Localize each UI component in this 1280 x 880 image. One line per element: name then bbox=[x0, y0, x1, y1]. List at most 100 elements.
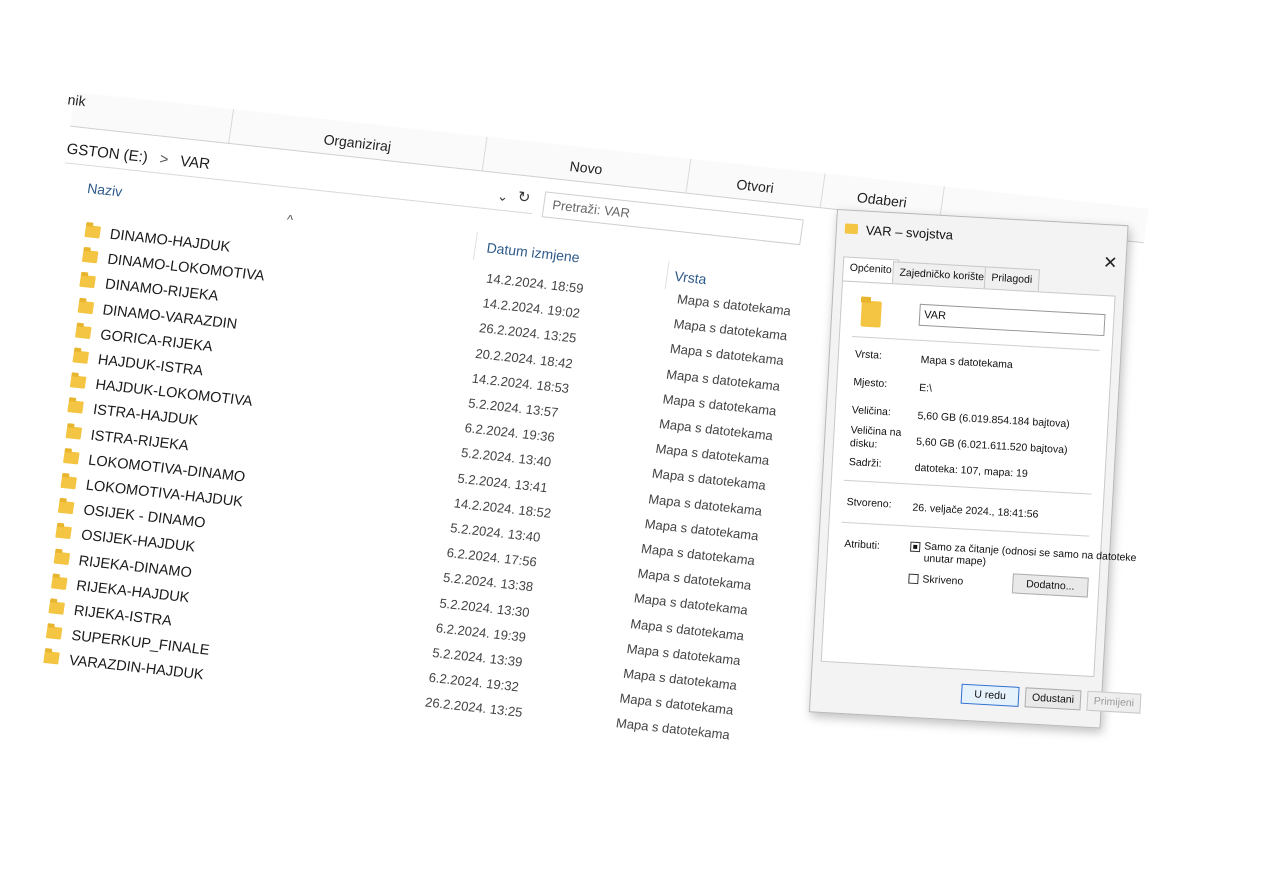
folder-icon bbox=[53, 551, 70, 565]
contains-label: Sadrži: bbox=[848, 456, 882, 470]
folder-icon bbox=[65, 425, 82, 440]
folder-icon bbox=[45, 626, 63, 640]
advanced-button[interactable]: Dodatno... bbox=[1011, 573, 1089, 598]
location-value: E:\ bbox=[918, 381, 933, 395]
folder-icon bbox=[62, 450, 80, 465]
refresh-icon[interactable]: ↻ bbox=[516, 188, 531, 207]
column-header-type[interactable]: Vrsta bbox=[673, 268, 707, 287]
date-modified: 5.2.2024. 13:41 bbox=[456, 470, 549, 495]
folder-icon bbox=[72, 350, 90, 364]
item-type: Mapa s datotekama bbox=[618, 690, 735, 718]
cancel-button[interactable]: Odustani bbox=[1024, 687, 1082, 711]
created-label: Stvoreno: bbox=[846, 496, 892, 511]
column-divider[interactable] bbox=[664, 261, 670, 289]
date-modified: 6.2.2024. 19:36 bbox=[463, 420, 556, 445]
folder-icon bbox=[69, 375, 87, 389]
folder-icon bbox=[79, 275, 97, 289]
breadcrumb-drive[interactable]: GSTON (E:) bbox=[66, 141, 149, 167]
apply-button[interactable]: Primijeni bbox=[1086, 690, 1142, 714]
item-type: Mapa s datotekama bbox=[651, 466, 767, 494]
hidden-checkbox[interactable] bbox=[908, 573, 919, 585]
item-type: Mapa s datotekama bbox=[622, 665, 738, 693]
date-modified: 5.2.2024. 13:38 bbox=[442, 570, 535, 595]
breadcrumb-separator: > bbox=[158, 150, 170, 169]
folder-icon bbox=[48, 601, 65, 615]
folder-icon bbox=[74, 325, 92, 339]
item-type: Mapa s datotekama bbox=[636, 565, 753, 594]
location-label: Mjesto: bbox=[853, 376, 888, 391]
date-modified: 5.2.2024. 13:57 bbox=[467, 395, 560, 420]
date-modified: 6.2.2024. 19:39 bbox=[434, 619, 527, 645]
hidden-label: Skriveno bbox=[922, 573, 964, 588]
column-header-date[interactable]: Datum izmjene bbox=[486, 239, 581, 265]
item-type: Mapa s datotekama bbox=[633, 590, 749, 618]
column-divider[interactable] bbox=[472, 232, 478, 261]
item-type: Mapa s datotekama bbox=[658, 416, 774, 444]
folder-icon bbox=[60, 475, 78, 490]
date-modified: 14.2.2024. 18:53 bbox=[470, 370, 571, 396]
properties-dialog: VAR – svojstva ✕ Općenito Zajedničko kor… bbox=[808, 209, 1142, 729]
item-type: Mapa s datotekama bbox=[672, 316, 789, 344]
item-type: Mapa s datotekama bbox=[615, 715, 731, 743]
folder-name-field[interactable]: VAR bbox=[918, 303, 1106, 337]
date-modified: 5.2.2024. 13:39 bbox=[431, 644, 524, 670]
item-type: Mapa s datotekama bbox=[629, 615, 746, 643]
date-modified: 14.2.2024. 18:52 bbox=[452, 495, 553, 521]
item-type: Mapa s datotekama bbox=[665, 366, 782, 394]
item-type: Mapa s datotekama bbox=[676, 291, 792, 319]
date-modified: 6.2.2024. 17:56 bbox=[445, 545, 538, 570]
item-type: Mapa s datotekama bbox=[654, 441, 771, 469]
created-value: 26. veljače 2024., 18:41:56 bbox=[912, 501, 1039, 521]
tab-customize[interactable]: Prilagodi bbox=[983, 266, 1040, 292]
date-modified: 6.2.2024. 19:32 bbox=[427, 669, 520, 695]
readonly-label-line2: unutar mape) bbox=[923, 552, 987, 568]
date-modified: 14.2.2024. 19:02 bbox=[481, 295, 581, 321]
general-panel: VAR Vrsta: Mapa s datotekama Mjesto: E:\… bbox=[820, 280, 1137, 678]
size-value: 5,60 GB (6.019.854.184 bajtova) bbox=[917, 409, 1071, 431]
breadcrumb-folder[interactable]: VAR bbox=[179, 153, 211, 173]
attributes-label: Atributi: bbox=[843, 537, 881, 552]
item-type: Mapa s datotekama bbox=[669, 341, 785, 369]
folder-icon bbox=[860, 300, 882, 328]
disk-size-label-line2: disku: bbox=[849, 437, 878, 451]
file-name: DINAMO-HAJDUK bbox=[108, 226, 232, 256]
dialog-title-bar: VAR – svojstva bbox=[844, 218, 953, 244]
dialog-title: VAR – svojstva bbox=[865, 222, 954, 243]
date-modified: 26.2.2024. 13:25 bbox=[478, 320, 578, 346]
item-type: Mapa s datotekama bbox=[625, 640, 742, 668]
date-modified: 14.2.2024. 18:59 bbox=[485, 270, 585, 296]
folder-icon bbox=[84, 224, 102, 239]
item-type: Mapa s datotekama bbox=[661, 391, 778, 419]
date-modified: 5.2.2024. 13:30 bbox=[438, 595, 531, 620]
dialog-tabs: Općenito Zajedničko korištenje Prilagodi bbox=[842, 256, 1040, 292]
folder-icon bbox=[844, 223, 859, 235]
folder-icon bbox=[50, 576, 68, 590]
tab-general[interactable]: Općenito bbox=[842, 256, 900, 284]
item-type: Mapa s datotekama bbox=[643, 515, 760, 544]
divider bbox=[843, 479, 1092, 495]
size-label: Veličina: bbox=[851, 404, 892, 419]
item-type: Mapa s datotekama bbox=[647, 490, 764, 519]
folder-icon bbox=[77, 300, 94, 314]
date-modified: 5.2.2024. 13:40 bbox=[449, 520, 542, 545]
folder-icon bbox=[43, 651, 61, 665]
type-value: Mapa s datotekama bbox=[920, 353, 1014, 372]
folder-icon bbox=[57, 500, 75, 515]
sort-ascending-icon: ^ bbox=[285, 211, 295, 228]
folder-icon bbox=[67, 400, 85, 415]
chevron-down-icon[interactable]: ⌄ bbox=[496, 188, 509, 205]
folder-icon bbox=[55, 526, 73, 540]
readonly-checkbox[interactable] bbox=[909, 541, 921, 553]
date-modified: 5.2.2024. 13:40 bbox=[460, 445, 553, 470]
type-label: Vrsta: bbox=[854, 348, 883, 362]
column-header-name[interactable]: Naziv bbox=[86, 180, 123, 200]
disk-size-value: 5,60 GB (6.021.611.520 bajtova) bbox=[915, 435, 1068, 457]
folder-icon bbox=[82, 250, 99, 264]
item-type: Mapa s datotekama bbox=[640, 540, 756, 569]
close-icon[interactable]: ✕ bbox=[1103, 253, 1118, 274]
ribbon-group-open[interactable]: Otvori bbox=[686, 158, 826, 208]
ribbon-tab-partial[interactable]: nik bbox=[50, 89, 235, 143]
ok-button[interactable]: U redu bbox=[960, 683, 1020, 707]
divider bbox=[841, 521, 1090, 537]
contains-value: datoteka: 107, mapa: 19 bbox=[914, 461, 1029, 481]
